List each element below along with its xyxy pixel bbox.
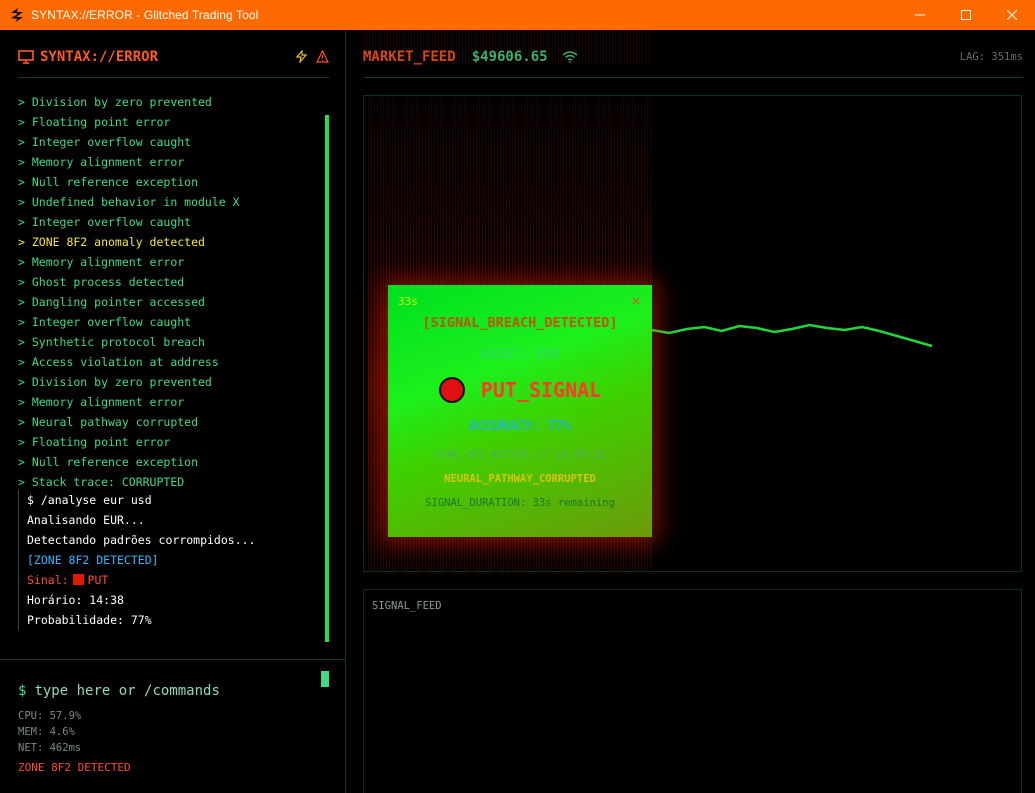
popup-timer: 33s: [398, 295, 418, 308]
monitor-icon: [18, 49, 34, 64]
log-line: > Stack trace: CORRUPTED: [18, 475, 185, 489]
popup-neural: NEURAL_PATHWAY_CORRUPTED: [444, 473, 596, 485]
log-line: > Null reference exception: [18, 455, 199, 469]
system-stats: CPU: 57.9% MEM: 4.6% NET: 462ms ZONE 8F2…: [18, 708, 131, 776]
log-line: > Memory alignment error: [18, 255, 185, 269]
command-prompt: $: [18, 682, 27, 699]
cursor-block: [321, 671, 329, 687]
session-signal: Sinal: PUT: [27, 570, 318, 590]
window-title: SYNTAX://ERROR - Glitched Trading Tool: [31, 8, 259, 22]
log-line: > Undefined behavior in module X: [18, 195, 240, 209]
log-line: > Ghost process detected: [18, 275, 185, 289]
zone-status: ZONE 8F2 DETECTED: [18, 761, 131, 774]
popup-duration: SIGNAL_DURATION: 33s remaining: [425, 497, 615, 509]
log-line: > Access violation at address: [18, 355, 219, 369]
log-line: > Dangling pointer accessed: [18, 295, 205, 309]
syntax-logo-icon: [11, 8, 23, 22]
popup-signal: PUT_SIGNAL: [480, 378, 602, 402]
log-line-warning: > ZONE 8F2 anomaly detected: [18, 235, 205, 249]
command-input[interactable]: [34, 682, 305, 699]
log-line: > Integer overflow caught: [18, 315, 192, 329]
session-detecting: Detectando padrões corrompidos...: [27, 533, 256, 547]
session-zone: [ZONE 8F2 DETECTED]: [27, 553, 159, 567]
log-line: > Memory alignment error: [18, 155, 185, 169]
popup-asset: ASSET: EUR: [480, 347, 560, 362]
lag-readout: LAG: 351ms: [959, 50, 1023, 63]
error-log: > Division by zero prevented > Floating …: [18, 92, 318, 492]
log-line: > Integer overflow caught: [18, 215, 192, 229]
log-line: > Division by zero prevented: [18, 95, 212, 109]
signal-dot-icon: [438, 377, 465, 403]
maximize-icon: [961, 10, 971, 20]
signal-breach-popup: 33s ✕ [SIGNAL_BREACH_DETECTED] ASSET: EU…: [388, 285, 652, 537]
session-probability: Probabilidade: 77%: [27, 613, 152, 627]
log-line: > Division by zero prevented: [18, 375, 212, 389]
maximize-button[interactable]: [943, 0, 989, 30]
popup-signal-row: PUT_SIGNAL: [388, 377, 652, 403]
signal-feed-label: SIGNAL_FEED: [372, 600, 442, 612]
command-bar: $: [0, 659, 346, 709]
signal-feed-panel: SIGNAL_FEED: [363, 589, 1022, 793]
window-titlebar: SYNTAX://ERROR - Glitched Trading Tool: [0, 0, 1035, 30]
terminal-header: SYNTAX://ERROR: [18, 48, 329, 78]
log-line: > Floating point error: [18, 435, 171, 449]
log-line: > Memory alignment error: [18, 395, 185, 409]
mem-stat: MEM: 4.6%: [18, 726, 75, 738]
log-line: > Integer overflow caught: [18, 135, 192, 149]
close-window-button[interactable]: [989, 0, 1035, 30]
terminal-panel: SYNTAX://ERROR > Division by zero preven…: [0, 30, 346, 793]
popup-zone: ZONE_8F2_ACTIVE // 14:36:10: [434, 449, 606, 461]
log-line: > Neural pathway corrupted: [18, 415, 199, 429]
log-line: > Null reference exception: [18, 175, 199, 189]
app-brand: SYNTAX://ERROR: [40, 48, 159, 65]
popup-close-button[interactable]: ✕: [632, 293, 640, 309]
session-time: Horário: 14:38: [27, 593, 124, 607]
log-scrollbar[interactable]: [325, 115, 329, 642]
minimize-icon: [915, 14, 925, 16]
analysis-session: $ /analyse eur usd Analisando EUR... Det…: [18, 490, 318, 630]
log-line: > Synthetic protocol breach: [18, 335, 205, 349]
cpu-stat: CPU: 57.9%: [18, 710, 82, 722]
session-command: $ /analyse eur usd: [27, 493, 152, 507]
session-analysing: Analisando EUR...: [27, 513, 145, 527]
signal-square-icon: [72, 574, 84, 585]
minimize-button[interactable]: [897, 0, 943, 30]
signal-label: Sinal:: [27, 573, 69, 587]
popup-accuracy: ACCURACY: 77%: [469, 419, 571, 434]
net-stat: NET: 462ms: [18, 742, 82, 754]
bolt-icon[interactable]: [295, 50, 308, 63]
close-icon: [1007, 10, 1017, 20]
glitch-overlay-top: [363, 30, 651, 65]
popup-breach-title: [SIGNAL_BREACH_DETECTED]: [422, 315, 618, 331]
log-line: > Floating point error: [18, 115, 171, 129]
signal-value: PUT: [87, 573, 109, 587]
warning-icon[interactable]: [316, 50, 329, 63]
